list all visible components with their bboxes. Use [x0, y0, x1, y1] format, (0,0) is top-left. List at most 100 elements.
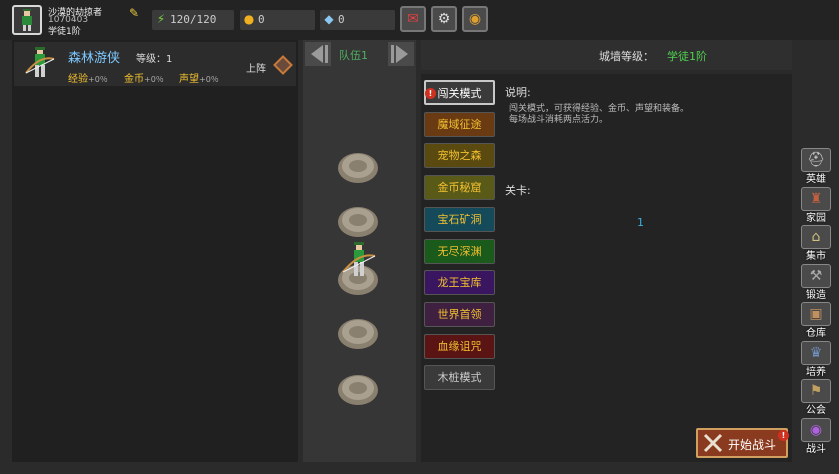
- fame-label: 声望: [179, 74, 199, 85]
- anvil-icon: ⚒: [801, 263, 831, 288]
- mode-label: 魔域征途: [437, 117, 482, 131]
- start-battle-button[interactable]: 开始战斗 !: [696, 428, 789, 458]
- market-icon: ⌂: [801, 225, 831, 249]
- color-wheel-button[interactable]: ◉: [462, 6, 488, 32]
- crossed-swords-icon: [703, 433, 723, 453]
- team-slot-4[interactable]: [337, 316, 379, 350]
- guild-icon: ⚑: [801, 379, 831, 403]
- diamond-icon: ◆: [324, 12, 334, 26]
- nav-item[interactable]: ⛑ 英雄: [798, 148, 834, 185]
- wall-level-label: 城墙等级：: [599, 50, 654, 63]
- mode-button[interactable]: 金币秘窟: [424, 175, 495, 201]
- battle-panel: 城墙等级： 学徒1阶 闯关模式! 魔域征途宠物之森金币秘窟宝石矿洞无尽深渊龙王宝库…: [421, 40, 792, 462]
- description-line-1: 闯关模式，可获得经验、金币、声望和装备。: [509, 104, 690, 114]
- nav-label: 仓库: [806, 328, 826, 339]
- trophy-icon: ♛: [801, 340, 831, 365]
- alert-badge-icon: !: [425, 88, 436, 99]
- mode-button[interactable]: 宠物之森: [424, 143, 495, 169]
- mode-button[interactable]: 木桩模式: [424, 365, 495, 391]
- forest-ranger-sprite-icon: [25, 47, 55, 77]
- crate-icon: ▣: [801, 302, 831, 326]
- mode-label: 血缘诅咒: [437, 339, 482, 353]
- description-line-2: 每场战斗消耗两点活力。: [509, 115, 609, 125]
- nav-item[interactable]: ♛ 培养: [798, 340, 834, 378]
- stage-number[interactable]: 1: [637, 216, 644, 229]
- team-slot-5[interactable]: [337, 372, 379, 406]
- mode-label: 世界首领: [437, 307, 482, 321]
- player-avatar[interactable]: [12, 5, 42, 35]
- hero-list-panel: 森林游侠 等级：1 经验+0％ 金币+0％ 声望+0％ 上阵: [12, 40, 298, 462]
- nav-label: 锻造: [806, 289, 826, 301]
- stamina-value: 120/120: [170, 13, 217, 26]
- exp-value: +0％: [88, 75, 108, 84]
- exp-bonus: 经验+0％: [68, 70, 108, 85]
- gold-bonus-value: +0％: [144, 75, 164, 84]
- team-slot-1[interactable]: [337, 150, 379, 184]
- mail-button[interactable]: ✉: [400, 6, 426, 32]
- team-ranger-sprite-icon: [342, 242, 376, 276]
- mode-label: 木桩模式: [437, 371, 482, 385]
- nav-label: 集市: [806, 251, 826, 262]
- nav-item[interactable]: ⚒ 锻造: [798, 263, 834, 301]
- lightning-icon: ⚡: [156, 12, 166, 26]
- gold-counter: ● 0: [240, 10, 315, 30]
- nav-label: 公会: [806, 405, 826, 416]
- edit-name-icon[interactable]: ✎: [129, 7, 142, 20]
- deploy-label[interactable]: 上阵: [246, 60, 266, 75]
- gold-bonus-label: 金币: [124, 74, 144, 85]
- nav-label: 战斗: [806, 443, 826, 455]
- nav-item[interactable]: ◉ 战斗: [798, 417, 834, 455]
- hero-level-value: 1: [166, 54, 173, 65]
- hero-level: 等级：1: [136, 50, 172, 65]
- mode-button[interactable]: 魔域征途: [424, 111, 495, 137]
- mode-button[interactable]: 宝石矿洞: [424, 206, 495, 232]
- nav-label: 培养: [806, 366, 826, 378]
- gold-coin-icon: ●: [243, 12, 255, 26]
- settings-button[interactable]: ⚙: [431, 6, 457, 32]
- mode-button[interactable]: 闯关模式!: [424, 80, 495, 105]
- alert-badge-icon: !: [778, 430, 789, 441]
- player-rank: 学徒1阶: [48, 27, 81, 37]
- nav-item[interactable]: ▣ 仓库: [798, 302, 834, 339]
- mode-button[interactable]: 世界首领: [424, 301, 495, 327]
- diamond-value: 0: [338, 13, 345, 26]
- description-text: 闯关模式，可获得经验、金币、声望和装备。 每场战斗消耗两点活力。: [509, 104, 779, 126]
- team-header: 队伍1: [303, 40, 416, 68]
- mode-label: 宝石矿洞: [437, 212, 482, 226]
- side-navigation: ⛑ 英雄 ♜ 家园 ⌂ 集市 ⚒ 锻造 ▣ 仓库 ♛ 培养 ⚑ 公会 ◉ 战斗: [796, 148, 836, 458]
- deploy-diamond-icon[interactable]: [273, 55, 293, 75]
- mode-button[interactable]: 血缘诅咒: [424, 333, 495, 359]
- prev-team-arrow-icon[interactable]: [305, 42, 331, 66]
- wall-level-value: 学徒1阶: [667, 50, 707, 63]
- mode-button[interactable]: 龙王宝库: [424, 270, 495, 296]
- nav-item[interactable]: ⚑ 公会: [798, 379, 834, 416]
- fame-value: +0％: [199, 75, 219, 84]
- fame-bonus: 声望+0％: [179, 70, 219, 85]
- team-slot-2[interactable]: [337, 204, 379, 238]
- nav-label: 英雄: [806, 174, 826, 185]
- mode-label: 无尽深渊: [437, 244, 482, 258]
- description-title: 说明:: [505, 86, 531, 99]
- hero-card[interactable]: 森林游侠 等级：1 经验+0％ 金币+0％ 声望+0％ 上阵: [14, 42, 296, 86]
- team-label: 队伍1: [339, 49, 368, 62]
- mode-button[interactable]: 无尽深渊: [424, 238, 495, 264]
- color-wheel-icon: ◉: [468, 11, 482, 27]
- nav-item[interactable]: ♜ 家园: [798, 186, 834, 224]
- castle-icon: ♜: [801, 186, 831, 211]
- ranger-avatar-icon: [22, 9, 32, 31]
- nav-label: 家园: [806, 212, 826, 224]
- exp-label: 经验: [68, 74, 88, 85]
- wall-level-bar: 城墙等级： 学徒1阶: [421, 40, 792, 70]
- mode-label: 龙王宝库: [437, 276, 482, 290]
- helmet-icon: ⛑: [801, 148, 831, 172]
- stamina-counter: ⚡ 120/120: [152, 10, 234, 30]
- hero-level-label: 等级：: [136, 54, 166, 65]
- mode-label: 金币秘窟: [437, 181, 482, 195]
- mail-icon: ✉: [407, 11, 419, 27]
- nav-item[interactable]: ⌂ 集市: [798, 225, 834, 262]
- top-bar: 沙漠的劫掠者 1070403 学徒1阶 ✎ ⚡ 120/120 ● 0 ◆ 0 …: [0, 0, 839, 40]
- start-battle-label: 开始战斗: [728, 438, 777, 452]
- mode-label: 闯关模式: [437, 87, 482, 100]
- mode-label: 宠物之森: [437, 149, 482, 163]
- next-team-arrow-icon[interactable]: [388, 42, 414, 66]
